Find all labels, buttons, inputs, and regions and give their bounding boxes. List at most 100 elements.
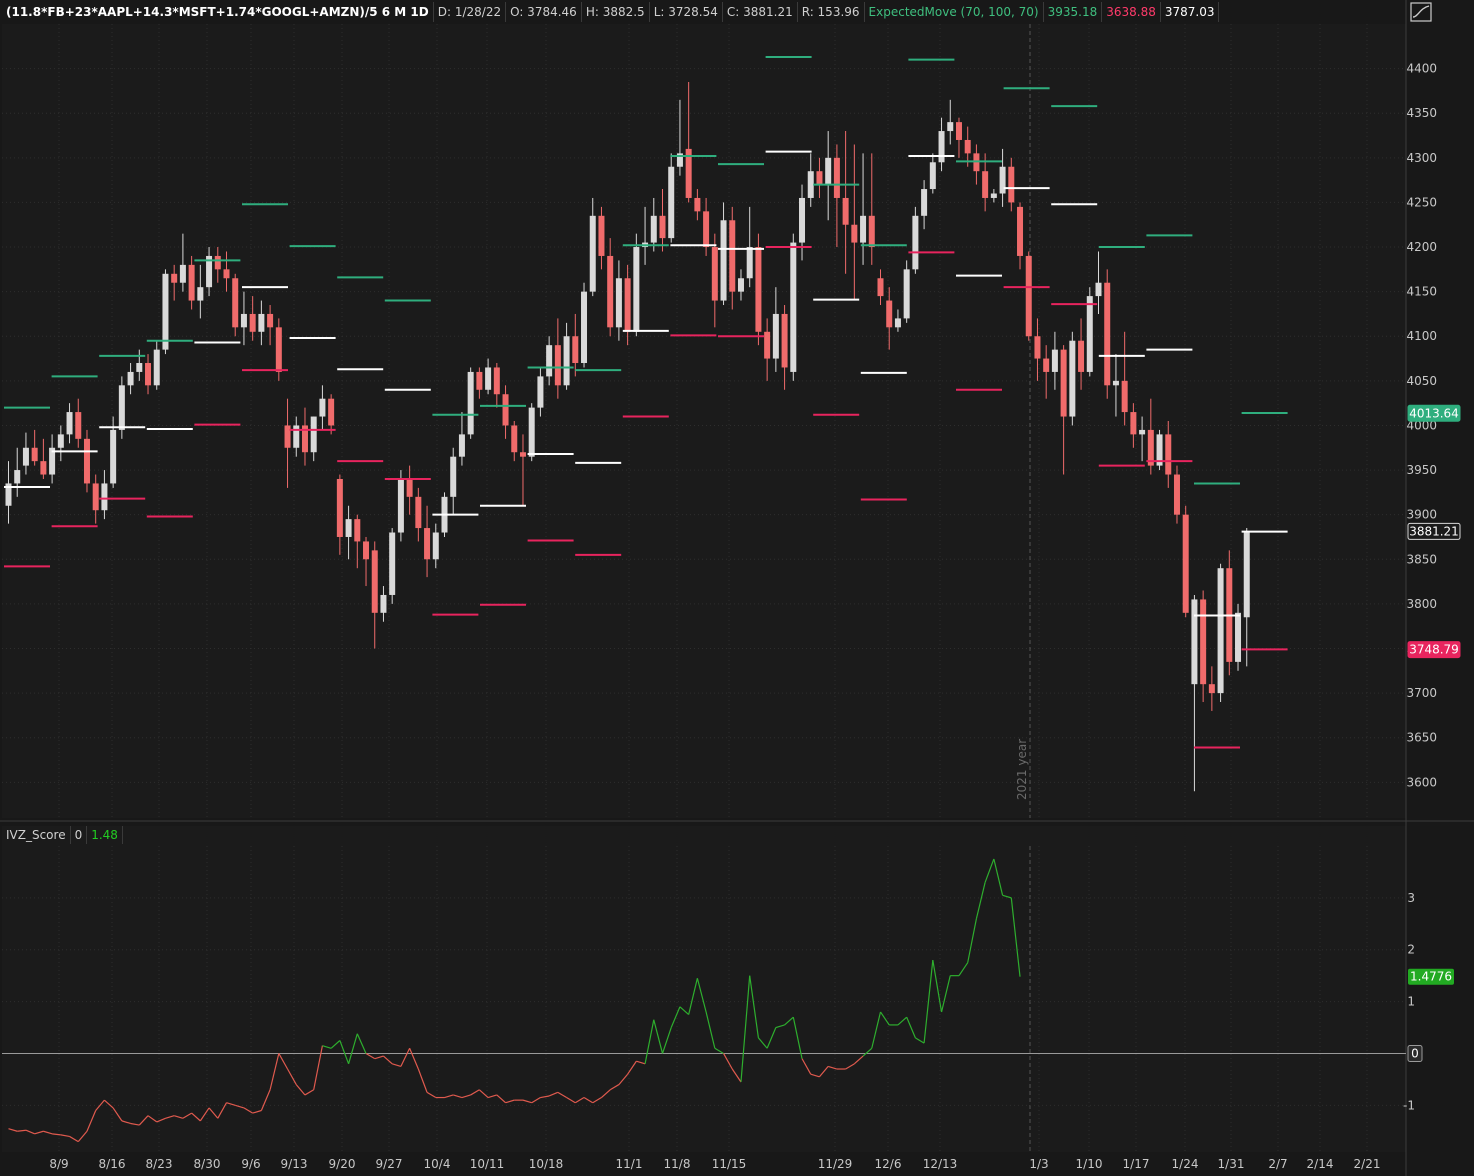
candle-body bbox=[214, 255, 221, 270]
open-readout: O: 3784.46 bbox=[506, 2, 582, 22]
date-readout: D: 1/28/22 bbox=[434, 2, 507, 22]
candle-body bbox=[519, 452, 526, 457]
candle-body bbox=[746, 247, 753, 279]
y-tick-label: 4300 bbox=[1406, 151, 1437, 165]
candle-body bbox=[502, 394, 509, 426]
candle-body bbox=[711, 247, 718, 301]
candle-body bbox=[336, 478, 343, 537]
candle-body bbox=[467, 371, 474, 435]
price-panel bbox=[2, 24, 1406, 818]
candle-body bbox=[912, 215, 919, 270]
x-tick-label: 1/3 bbox=[1029, 1157, 1048, 1171]
range-readout: R: 153.96 bbox=[798, 2, 865, 22]
candle-body bbox=[929, 162, 936, 190]
indicator-name[interactable]: IVZ_Score bbox=[2, 826, 71, 844]
candle-body bbox=[101, 483, 108, 511]
ind-tick-label: 3 bbox=[1407, 891, 1415, 905]
candle-body bbox=[650, 215, 657, 243]
candle-body bbox=[694, 197, 701, 212]
candle-body bbox=[1235, 612, 1242, 662]
candle-body bbox=[162, 273, 169, 350]
price-chart: 8/9 8/16 8/23 8/30 9/6 9/13 9/20 9/27 10/4 10/11 1… bbox=[0, 0, 1474, 1176]
study-name[interactable]: ExpectedMove (70, 100, 70) bbox=[865, 2, 1044, 22]
candle-body bbox=[284, 425, 291, 448]
ind-tick-label: -1 bbox=[1403, 1098, 1415, 1112]
x-tick-label: 1/17 bbox=[1123, 1157, 1150, 1171]
y-tick-label: 4100 bbox=[1406, 329, 1437, 343]
candle-body bbox=[328, 398, 335, 426]
candle-body bbox=[171, 273, 178, 283]
candle-body bbox=[1104, 282, 1111, 386]
candle-body bbox=[223, 269, 230, 279]
y-tick-label: 3950 bbox=[1406, 463, 1437, 477]
candle-body bbox=[842, 197, 849, 225]
ind-tick-label: 1 bbox=[1407, 995, 1415, 1009]
candle-body bbox=[1200, 599, 1207, 685]
candle-body bbox=[1017, 206, 1024, 256]
candle-body bbox=[825, 157, 832, 185]
x-tick-label: 2/14 bbox=[1307, 1157, 1334, 1171]
x-tick-label: 10/11 bbox=[470, 1157, 505, 1171]
candle-body bbox=[877, 278, 884, 297]
x-tick-label: 1/10 bbox=[1076, 1157, 1103, 1171]
candle-body bbox=[1025, 255, 1032, 337]
y-tick-label: 3900 bbox=[1406, 508, 1437, 522]
candle-body bbox=[258, 313, 265, 332]
candle-body bbox=[990, 193, 997, 198]
candle-body bbox=[493, 367, 500, 395]
candle-body bbox=[136, 363, 143, 372]
study-mid-value: 3787.03 bbox=[1161, 2, 1220, 22]
study-upper-value: 3935.18 bbox=[1044, 2, 1103, 22]
candle-body bbox=[554, 345, 561, 386]
price-label-text: 3748.79 bbox=[1409, 643, 1459, 657]
candle-body bbox=[145, 363, 152, 386]
y-tick-label: 4400 bbox=[1406, 62, 1437, 76]
candle-body bbox=[1243, 532, 1250, 618]
y-tick-label: 3650 bbox=[1406, 731, 1437, 745]
candle-body bbox=[127, 371, 134, 386]
x-tick-label: 10/4 bbox=[424, 1157, 451, 1171]
candle-body bbox=[1069, 340, 1076, 417]
candle-body bbox=[598, 215, 605, 256]
candle-body bbox=[607, 255, 614, 328]
chart-area: 8/9 8/16 8/23 8/30 9/6 9/13 9/20 9/27 10/4 10/11 1… bbox=[0, 0, 1474, 1176]
candle-body bbox=[1086, 296, 1093, 372]
candle-body bbox=[511, 425, 518, 453]
candle-body bbox=[581, 291, 588, 364]
indicator-param: 0 bbox=[71, 826, 88, 844]
candle-body bbox=[345, 519, 352, 537]
y-tick-label: 3600 bbox=[1406, 775, 1437, 789]
candle-body bbox=[781, 313, 788, 368]
candle-body bbox=[903, 269, 910, 319]
candle-body bbox=[955, 122, 962, 140]
x-tick-label: 8/23 bbox=[146, 1157, 173, 1171]
candle-body bbox=[389, 532, 396, 595]
candle-body bbox=[371, 550, 378, 613]
candle-body bbox=[537, 376, 544, 408]
close-readout: C: 3881.21 bbox=[723, 2, 798, 22]
symbol-label[interactable]: (11.8*FB+23*AAPL+14.3*MSFT+1.74*GOOGL+AM… bbox=[2, 2, 434, 22]
candle-body bbox=[790, 242, 797, 372]
candle-body bbox=[22, 447, 29, 466]
y-tick-label: 4050 bbox=[1406, 374, 1437, 388]
y-tick-label: 3850 bbox=[1406, 552, 1437, 566]
candle-body bbox=[363, 541, 370, 560]
candle-body bbox=[886, 300, 893, 328]
candle-body bbox=[921, 189, 928, 216]
candle-body bbox=[851, 224, 858, 243]
candle-body bbox=[57, 434, 64, 448]
y-tick-label: 3800 bbox=[1406, 597, 1437, 611]
candle-body bbox=[703, 211, 710, 248]
candle-body bbox=[118, 385, 125, 430]
candle-body bbox=[938, 131, 945, 163]
candle-body bbox=[807, 171, 814, 198]
y-tick-label: 4200 bbox=[1406, 240, 1437, 254]
candle-body bbox=[83, 438, 90, 484]
candle-body bbox=[964, 139, 971, 154]
candle-body bbox=[799, 197, 806, 243]
candle-body bbox=[432, 532, 439, 560]
chart-style-icon[interactable] bbox=[1410, 2, 1432, 22]
indicator-value: 1.48 bbox=[87, 826, 123, 844]
candle-body bbox=[424, 528, 431, 560]
low-readout: L: 3728.54 bbox=[650, 2, 723, 22]
